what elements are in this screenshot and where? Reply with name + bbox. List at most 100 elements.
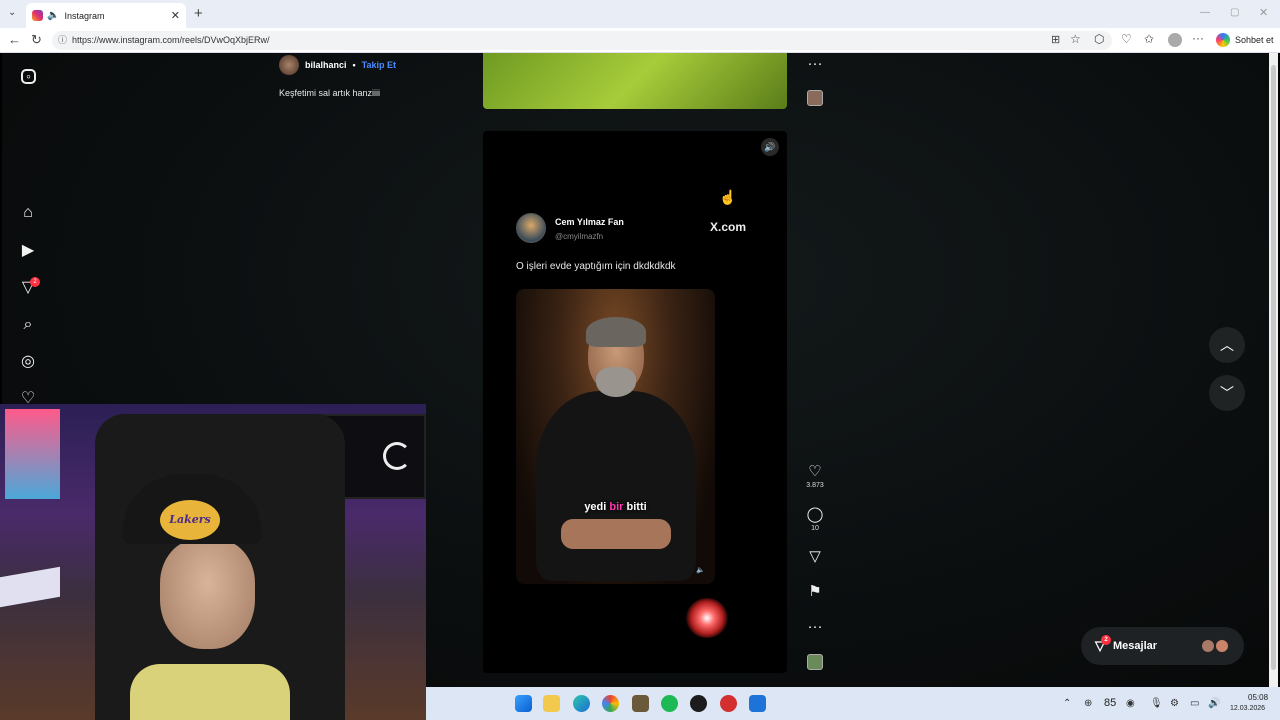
tweet-text: O işleri evde yaptığım için dkdkdkdk [516,261,676,272]
subtitle-word-1: yedi [584,501,610,513]
clock-date[interactable]: 12.03.2026 [1230,705,1265,712]
scrollbar-thumb[interactable] [1271,65,1276,670]
next-reel-button[interactable]: ﹀ [1209,375,1245,411]
speaker-icon[interactable]: 🔈 [47,10,59,21]
tray-number: 85 [1104,697,1117,709]
tweet-author-handle: @cmyilmazfn [555,232,604,241]
comment-button[interactable]: ◯ 10 [805,506,825,533]
messages-count-badge: 2 [30,277,40,287]
previous-more-button[interactable]: ··· [805,56,825,72]
like-button[interactable]: ♡ 3.873 [805,463,825,490]
ring-light [383,442,411,470]
cap-logo: Lakers [160,500,220,540]
chevron-up-icon: ︿ [1220,337,1234,353]
clock-time[interactable]: 05:08 [1248,693,1268,702]
tweet-author-name: Cem Yılmaz Fan [555,217,624,227]
url-field[interactable]: ⓘ https://www.instagram.com/reels/DVwOqX… [52,31,1112,50]
previous-reel-button[interactable]: ︿ [1209,327,1245,363]
audio-thumbnail[interactable] [807,654,823,670]
home-icon[interactable]: ⌂ [19,204,37,222]
message-avatar-2 [1215,639,1229,653]
previous-reel-video[interactable] [483,53,787,109]
author-separator: • [352,60,356,70]
tray-network-app-icon[interactable]: ⊕ [1084,698,1092,709]
follow-button[interactable]: Takip Et [362,60,396,70]
messages-badge: 2 [1101,635,1111,645]
subtitle-word-3: bitti [626,501,647,513]
mute-toggle-icon[interactable]: 🔊 [761,138,779,156]
comment-count: 10 [811,525,819,532]
spotify-icon[interactable] [661,695,678,712]
minimize-icon[interactable]: — [1200,7,1210,18]
maximize-icon[interactable]: ▢ [1230,7,1239,18]
save-button[interactable]: ⚑ [805,584,825,600]
tab-close-icon[interactable]: ✕ [171,9,180,22]
person-arms [561,519,671,549]
video-subtitle: yedi bir bitti [516,501,715,513]
favorite-star-icon[interactable]: ☆ [1070,32,1081,46]
site-info-icon[interactable]: ⓘ [58,31,67,50]
file-explorer-icon[interactable] [543,695,560,712]
back-arrow-icon[interactable]: ← [8,32,21,47]
chevron-down-icon: ﹀ [1220,385,1234,401]
obs-icon[interactable] [690,695,707,712]
profile-avatar[interactable] [1168,33,1182,47]
like-count: 3.873 [806,482,824,489]
subtitle-word-2: bir [609,501,627,513]
xcom-logo: X.com [710,220,747,234]
more-icon: ··· [807,55,823,72]
display-icon[interactable]: ▭ [1190,698,1199,709]
more-options-button[interactable]: ··· [805,619,825,635]
tab-list-chevron-icon[interactable]: ⌄ [8,7,16,18]
tray-chevron-up-icon[interactable]: ⌃ [1063,698,1071,709]
webcam-overlay: Lakers [0,404,426,720]
tab-instagram[interactable]: 🔈 Instagram ✕ [26,3,186,28]
microphone-icon[interactable]: 🎙 [1150,698,1163,709]
refresh-icon[interactable]: ↻ [31,32,42,48]
message-avatar-1 [1201,639,1215,653]
app-available-icon[interactable]: ⊞ [1051,33,1060,46]
previous-audio-thumbnail[interactable] [807,90,823,106]
settings-tray-icon[interactable]: ⚙ [1170,698,1179,709]
extensions-icon[interactable]: ⬡ [1094,32,1104,46]
steam-icon[interactable]: ◉ [1126,698,1135,709]
explore-icon[interactable]: ◎ [19,353,37,371]
comment-icon: ◯ [806,506,824,523]
send-icon: ▽ [809,548,821,565]
like-burst-animation [686,598,728,638]
tab-bar [0,0,1280,28]
browser-essentials-icon[interactable]: ♡ [1121,32,1132,46]
more-icon: ··· [807,618,823,635]
tab-title: Instagram [64,10,105,21]
streamer-face [160,539,255,649]
recording-app-icon[interactable] [720,695,737,712]
close-window-icon[interactable]: ✕ [1259,6,1268,19]
heart-icon: ♡ [808,463,822,480]
messages-label: Mesajlar [1113,640,1158,652]
left-sidebar: ◦ ⌂ ▶ ▽ 2 ⌕ ◎ ♡ [2,53,52,413]
edge-icon[interactable] [573,695,590,712]
author-username[interactable]: bilalhanci [305,60,347,70]
start-windows-icon[interactable] [515,695,532,712]
more-menu-icon[interactable]: ··· [1192,31,1204,45]
instagram-logo-icon[interactable]: ◦ [21,69,36,84]
person-beard [596,367,636,397]
copilot-label[interactable]: Sohbet et [1235,35,1274,45]
share-button[interactable]: ▽ [805,549,825,565]
app-icon[interactable] [632,695,649,712]
chrome-icon[interactable] [602,695,619,712]
security-shield-icon[interactable] [749,695,766,712]
messages-button[interactable]: ▽ 2 Mesajlar [1081,627,1244,665]
person-hair [586,317,646,347]
tweet-avatar [516,213,546,243]
collections-icon[interactable]: ✩ [1144,32,1154,46]
reels-icon[interactable]: ▶ [19,242,37,260]
author-avatar[interactable] [279,55,299,75]
streamer-shirt [130,664,290,720]
new-tab-button[interactable]: + [194,5,203,22]
previous-reel-author: bilalhanci • Takip Et [279,55,396,75]
copilot-icon[interactable] [1216,33,1230,47]
volume-icon[interactable]: 🔊 [1208,698,1220,709]
mouse-cursor-icon: ☝ [719,189,737,205]
search-icon[interactable]: ⌕ [19,316,37,334]
